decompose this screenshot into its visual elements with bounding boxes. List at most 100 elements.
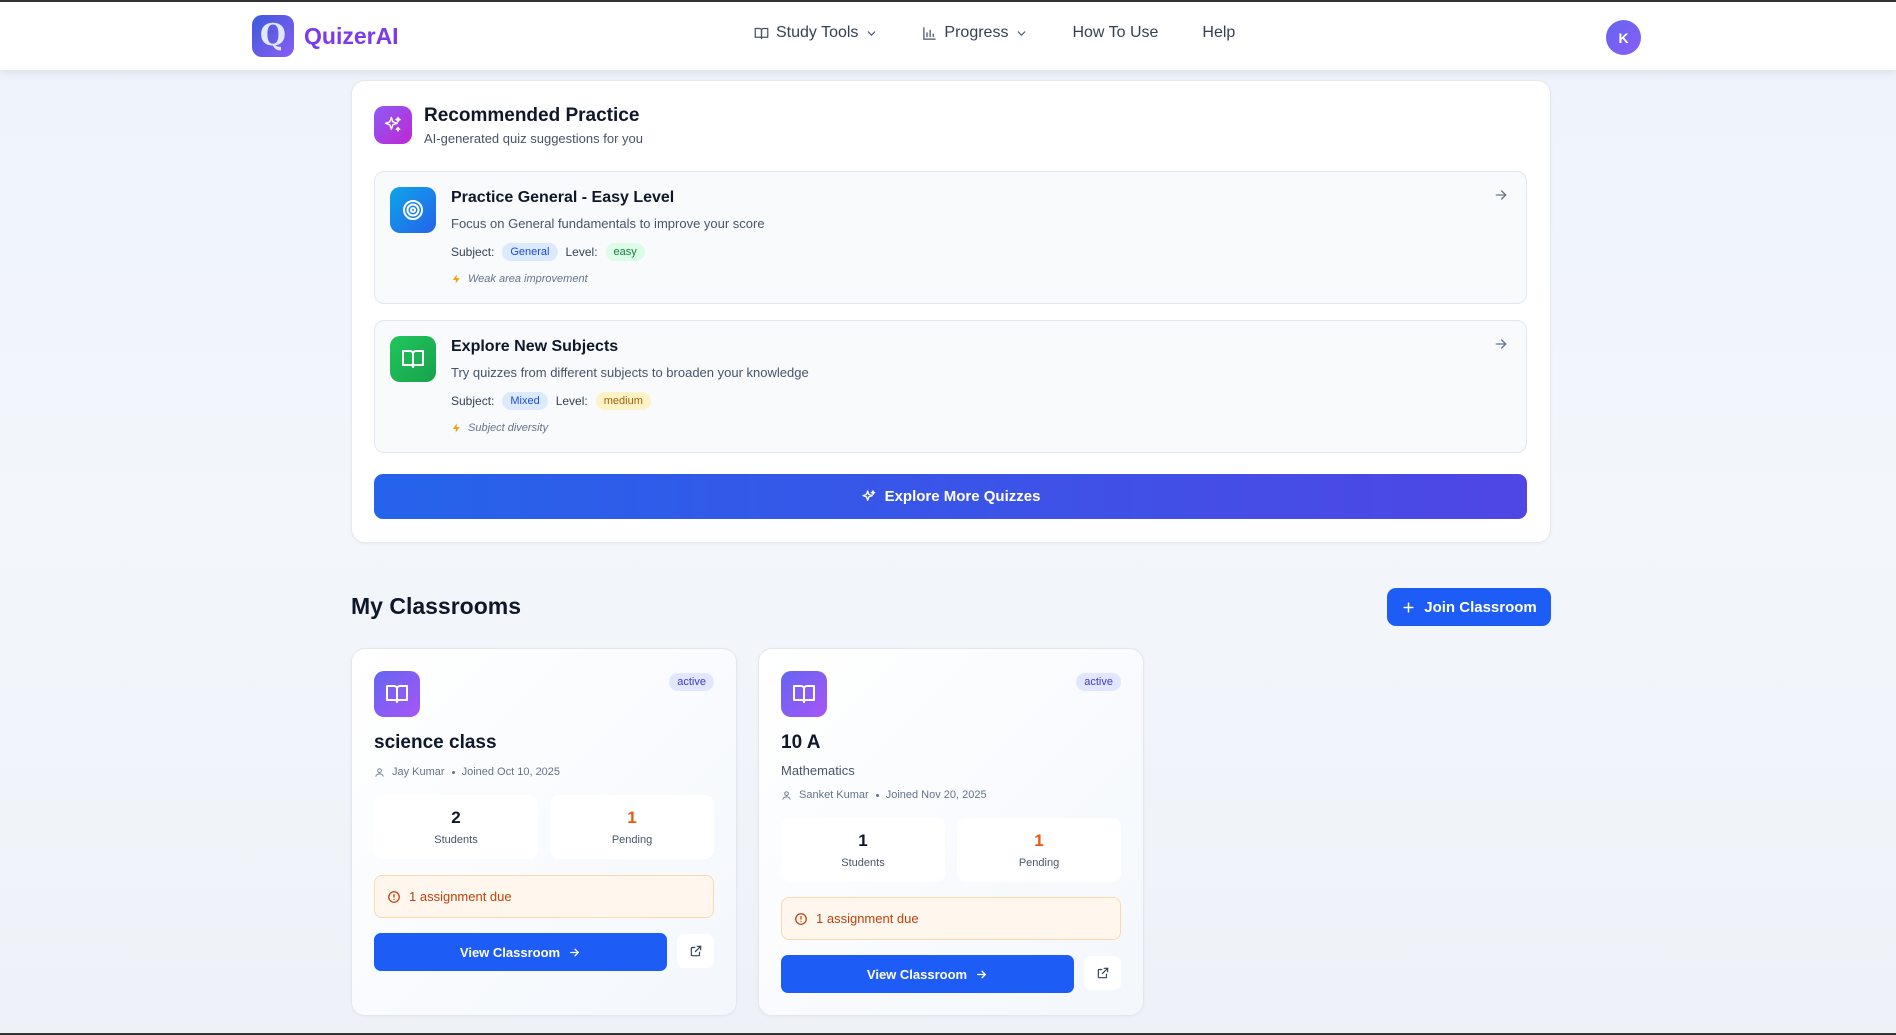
book-open-icon <box>374 671 420 717</box>
recommendation-note-text: Weak area improvement <box>468 273 588 285</box>
target-icon <box>390 187 436 233</box>
classroom-name: science class <box>374 732 497 753</box>
classroom-meta: Sanket Kumar Joined Nov 20, 2025 <box>781 789 987 801</box>
view-classroom-button[interactable]: View Classroom <box>374 933 667 971</box>
assignment-due-text: 1 assignment due <box>409 889 512 904</box>
user-avatar[interactable]: K <box>1606 20 1641 55</box>
recommendation-note: Subject diversity <box>451 422 548 434</box>
sparkles-icon <box>861 489 875 501</box>
nav-progress-label: Progress <box>944 24 1009 41</box>
joined-date: Joined Oct 10, 2025 <box>461 766 561 778</box>
level-pill: easy <box>605 243 645 261</box>
alert-circle-icon <box>795 912 807 925</box>
recommendation-title: Explore New Subjects <box>451 338 619 355</box>
classroom-name: 10 A <box>781 732 821 753</box>
subject-label: Subject: <box>451 394 495 408</box>
assignment-due-text: 1 assignment due <box>816 911 919 926</box>
arrow-right-icon[interactable] <box>1493 187 1509 208</box>
subject-label: Subject: <box>451 245 495 259</box>
recommended-subtitle: AI-generated quiz suggestions for you <box>424 131 643 146</box>
view-classroom-button[interactable]: View Classroom <box>781 955 1074 993</box>
recommendation-meta: Subject: General Level: easy <box>451 243 645 261</box>
view-classroom-label: View Classroom <box>459 944 561 960</box>
pending-stat: 1 Pending <box>957 818 1121 882</box>
students-count: 1 <box>858 831 868 850</box>
brand[interactable]: Q QuizerAI <box>252 15 399 57</box>
arrow-right-icon <box>570 948 580 956</box>
view-classroom-label: View Classroom <box>866 966 968 982</box>
arrow-right-icon[interactable] <box>1493 336 1509 357</box>
students-stat: 1 Students <box>781 818 945 882</box>
recommendation-title: Practice General - Easy Level <box>451 189 675 206</box>
students-stat: 2 Students <box>374 795 538 859</box>
open-external-button[interactable] <box>677 934 714 968</box>
assignment-due-alert: 1 assignment due <box>781 897 1121 940</box>
recommendation-note-text: Subject diversity <box>468 422 549 434</box>
book-open-icon <box>781 671 827 717</box>
join-classroom-label: Join Classroom <box>1424 598 1537 616</box>
status-badge: active <box>1076 673 1121 691</box>
book-icon <box>754 27 769 39</box>
book-open-icon <box>390 336 436 382</box>
user-icon <box>375 767 384 777</box>
recommendation-note: Weak area improvement <box>451 273 588 285</box>
nav-study-tools-label: Study Tools <box>776 24 859 41</box>
lightning-icon <box>452 274 460 284</box>
recommendation-description: Focus on General fundamentals to improve… <box>451 216 765 231</box>
recommended-header: Recommended Practice AI-generated quiz s… <box>374 105 643 146</box>
nav-study-tools[interactable]: Study Tools <box>754 24 878 42</box>
nav-progress[interactable]: Progress <box>922 24 1028 42</box>
nav-how-to-use[interactable]: How To Use <box>1072 24 1158 42</box>
top-navbar: Q QuizerAI Study Tools Progress How To U… <box>0 2 1896 70</box>
pending-count: 1 <box>1034 831 1044 850</box>
my-classrooms-title: My Classrooms <box>351 593 522 619</box>
bar-chart-icon <box>923 26 937 40</box>
chevron-down-icon <box>1018 30 1026 36</box>
recommendation-item[interactable]: Practice General - Easy Level Focus on G… <box>374 171 1527 304</box>
classroom-card: active science class Jay Kumar Joined Oc… <box>351 648 737 1016</box>
sparkles-icon <box>374 106 412 144</box>
nav-links: Study Tools Progress How To Use Help <box>754 24 1279 42</box>
explore-more-quizzes-button[interactable]: Explore More Quizzes <box>374 474 1527 519</box>
recommendation-description: Try quizzes from different subjects to b… <box>451 365 809 380</box>
classroom-stats: 2 Students 1 Pending <box>374 795 714 859</box>
subject-pill: Mixed <box>502 392 548 410</box>
subject-pill: General <box>502 243 558 261</box>
students-count: 2 <box>451 808 461 827</box>
separator-dot <box>875 793 879 797</box>
classroom-card: active 10 A Mathematics Sanket Kumar Joi… <box>758 648 1144 1016</box>
joined-date: Joined Nov 20, 2025 <box>885 789 987 801</box>
chevron-down-icon <box>868 30 876 36</box>
plus-icon <box>1403 601 1414 613</box>
recommendation-meta: Subject: Mixed Level: medium <box>451 392 651 410</box>
level-pill: medium <box>595 392 651 410</box>
join-classroom-button[interactable]: Join Classroom <box>1387 588 1551 626</box>
pending-label: Pending <box>1018 857 1060 869</box>
explore-button-label: Explore More Quizzes <box>884 488 1041 505</box>
nav-help[interactable]: Help <box>1202 24 1235 42</box>
teacher-name: Jay Kumar <box>392 766 445 778</box>
external-link-icon <box>1097 967 1108 979</box>
students-label: Students <box>434 834 478 846</box>
recommendation-item[interactable]: Explore New Subjects Try quizzes from di… <box>374 320 1527 453</box>
separator-dot <box>451 770 455 774</box>
assignment-due-alert: 1 assignment due <box>374 875 714 918</box>
brand-name: QuizerAI <box>304 22 399 49</box>
recommended-practice-card: Recommended Practice AI-generated quiz s… <box>351 80 1551 543</box>
classroom-stats: 1 Students 1 Pending <box>781 818 1121 882</box>
pending-count: 1 <box>627 808 637 827</box>
classroom-subject: Mathematics <box>781 763 855 778</box>
recommended-title: Recommended Practice <box>424 105 640 126</box>
external-link-icon <box>690 945 701 957</box>
teacher-name: Sanket Kumar <box>799 789 869 801</box>
user-icon <box>782 790 791 800</box>
nav-how-to-use-label: How To Use <box>1072 24 1159 41</box>
level-label: Level: <box>565 245 598 259</box>
nav-help-label: Help <box>1202 24 1236 41</box>
open-external-button[interactable] <box>1084 956 1121 990</box>
arrow-right-icon <box>977 970 987 978</box>
students-label: Students <box>841 857 885 869</box>
alert-circle-icon <box>388 890 400 903</box>
pending-label: Pending <box>611 834 653 846</box>
brand-logo-icon: Q <box>252 15 294 57</box>
